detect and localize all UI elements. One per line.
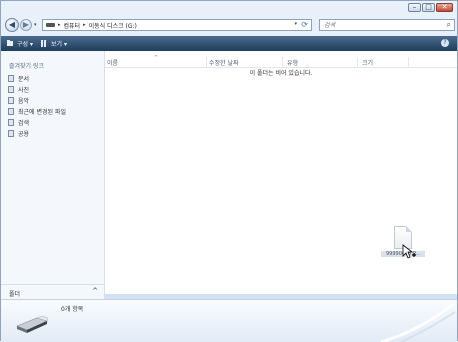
column-headers: ^ 이름 수정한 날짜 유형 크기 xyxy=(105,55,457,68)
address-bar[interactable]: ▸ 컴퓨터 ▸ 이동식 디스크 (G:) ▾ ⟳ xyxy=(42,19,312,31)
sidebar-item-label: 검색 xyxy=(18,120,30,127)
breadcrumb-separator[interactable]: ▸ xyxy=(83,22,86,28)
address-dropdown-icon[interactable]: ▾ xyxy=(294,21,297,27)
navigation-pane: 즐겨찾기 링크 문서 사진 음악 최근에 변경된 파일 검색 공용 폴더 ^ xyxy=(1,51,105,299)
help-icon[interactable]: ? xyxy=(441,39,449,47)
sidebar-item-public[interactable]: 공용 xyxy=(8,128,66,139)
explorer-window: – □ ✕ ◀ ▶ ▾ ▸ 컴퓨터 ▸ 이동식 디스크 (G:) ▾ ⟳ ⌕ 구… xyxy=(0,0,458,342)
sidebar-item-label: 최근에 변경된 파일 xyxy=(18,109,66,116)
breadcrumb-removable-disk[interactable]: 이동식 디스크 (G:) xyxy=(89,21,137,30)
minimize-icon: – xyxy=(412,3,417,11)
maximize-button[interactable]: □ xyxy=(422,3,435,12)
breadcrumb-separator[interactable]: ▸ xyxy=(58,22,61,28)
command-toolbar: 구성 ▾ 보기 ▾ ? xyxy=(1,36,457,51)
decorative-swoosh xyxy=(380,302,456,342)
drive-icon xyxy=(46,23,55,27)
favorite-links-list: 문서 사진 음악 최근에 변경된 파일 검색 공용 xyxy=(8,73,66,139)
views-button[interactable]: 보기 ▾ xyxy=(51,39,67,48)
column-divider[interactable] xyxy=(408,57,409,67)
sidebar-item-music[interactable]: 음악 xyxy=(8,95,66,106)
maximize-icon: □ xyxy=(425,3,432,11)
back-button[interactable]: ◀ xyxy=(5,18,19,32)
sidebar-item-searches[interactable]: 검색 xyxy=(8,117,66,128)
pictures-icon xyxy=(8,86,14,93)
search-box[interactable]: ⌕ xyxy=(319,19,455,31)
chevron-up-icon: ^ xyxy=(92,287,98,295)
address-row: ◀ ▶ ▾ ▸ 컴퓨터 ▸ 이동식 디스크 (G:) ▾ ⟳ ⌕ xyxy=(1,17,457,35)
sidebar-item-recent[interactable]: 최근에 변경된 파일 xyxy=(8,106,66,117)
folders-label: 폴더 xyxy=(9,291,21,298)
removable-drive-icon xyxy=(16,315,49,333)
music-icon xyxy=(8,97,14,104)
refresh-icon[interactable]: ⟳ xyxy=(301,20,308,29)
views-icon xyxy=(41,40,46,47)
title-bar: – □ ✕ xyxy=(1,1,457,17)
sidebar-item-documents[interactable]: 문서 xyxy=(8,73,66,84)
organize-button[interactable]: 구성 ▾ xyxy=(17,39,33,48)
search-input[interactable] xyxy=(320,20,434,30)
forward-button[interactable]: ▶ xyxy=(20,19,32,31)
column-header-type[interactable]: 유형 xyxy=(287,58,298,67)
close-icon: ✕ xyxy=(441,3,448,11)
recent-pages-dropdown[interactable]: ▾ xyxy=(34,22,37,28)
cursor-copy-icon xyxy=(402,244,416,259)
sidebar-item-label: 사진 xyxy=(18,87,30,94)
forward-arrow-icon: ▶ xyxy=(22,20,30,29)
item-count: 0개 항목 xyxy=(61,306,84,313)
column-header-size[interactable]: 크기 xyxy=(362,58,373,67)
public-icon xyxy=(8,130,14,137)
empty-folder-message: 이 폴더는 비어 있습니다. xyxy=(249,70,313,77)
search-icon[interactable]: ⌕ xyxy=(447,20,451,30)
close-button[interactable]: ✕ xyxy=(436,3,453,12)
column-header-name[interactable]: 이름 xyxy=(107,58,118,67)
sidebar-item-label: 공용 xyxy=(18,131,30,138)
favorite-links-title: 즐겨찾기 링크 xyxy=(9,63,45,70)
minimize-button[interactable]: – xyxy=(408,3,421,12)
folders-toggle[interactable]: 폴더 ^ xyxy=(1,284,104,299)
column-divider[interactable] xyxy=(282,57,283,67)
sidebar-item-label: 문서 xyxy=(18,76,30,83)
sidebar-item-label: 음악 xyxy=(18,98,30,105)
column-divider[interactable] xyxy=(206,57,207,67)
column-header-date-modified[interactable]: 수정한 날짜 xyxy=(209,58,239,67)
column-divider[interactable] xyxy=(357,57,358,67)
window-controls: – □ ✕ xyxy=(407,3,453,12)
details-pane: 0개 항목 xyxy=(1,299,457,342)
back-arrow-icon: ◀ xyxy=(8,20,16,29)
file-list-pane[interactable]: ^ 이름 수정한 날짜 유형 크기 이 폴더는 비어 있습니다. 9999046… xyxy=(105,51,457,294)
sort-indicator-icon: ^ xyxy=(154,55,159,61)
search-folder-icon xyxy=(8,119,14,126)
sidebar-item-pictures[interactable]: 사진 xyxy=(8,84,66,95)
breadcrumb-computer[interactable]: 컴퓨터 xyxy=(64,21,81,30)
recent-files-icon xyxy=(8,108,14,115)
document-icon xyxy=(8,75,14,82)
organize-icon xyxy=(7,40,13,46)
